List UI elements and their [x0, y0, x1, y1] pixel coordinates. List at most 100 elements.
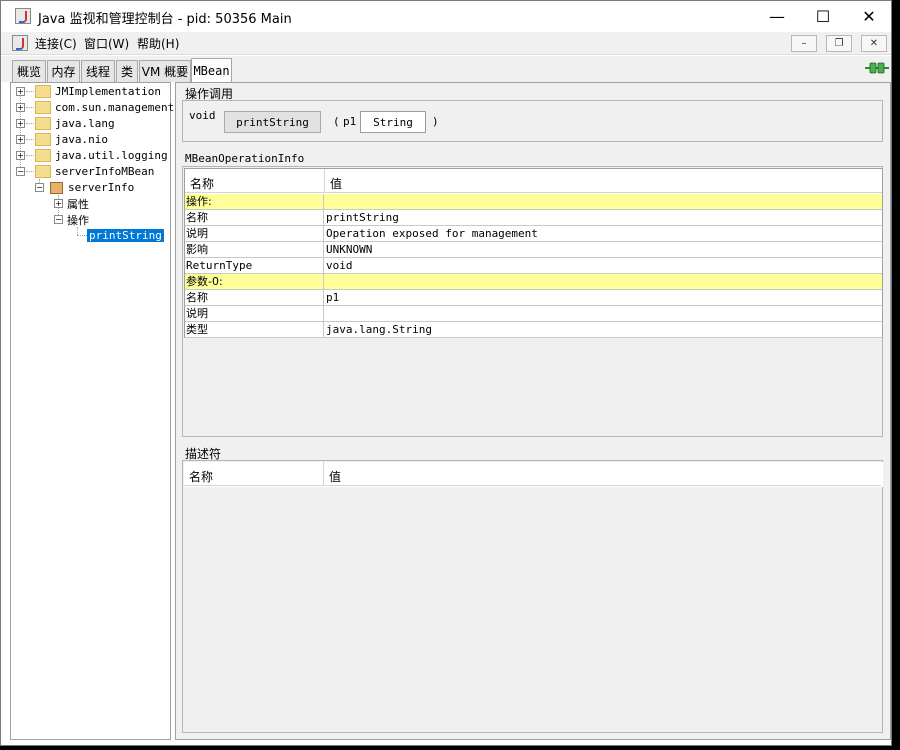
tree-node-label: JMImplementation [55, 85, 161, 98]
expand-icon[interactable]: + [16, 135, 25, 144]
column-header-name[interactable]: 名称 [189, 468, 213, 485]
window-title: Java 监视和管理控制台 - pid: 50356 Main [38, 12, 292, 27]
operation-info-group: 名称 值 操作: 名称 printString 说明 Operation exp… [182, 166, 883, 437]
tree-node-jmimplementation[interactable]: + JMImplementation [16, 84, 161, 99]
operation-info-title: MBeanOperationInfo [185, 152, 305, 165]
column-header-name[interactable]: 名称 [190, 175, 214, 192]
tab-memory[interactable]: 内存 [47, 60, 80, 82]
app-window: Java 监视和管理控制台 - pid: 50356 Main — ☐ ✕ 连接… [0, 0, 892, 746]
table-row[interactable]: 操作: [185, 194, 882, 210]
tab-vm-summary[interactable]: VM 概要 [139, 60, 191, 82]
menu-bar: 连接(C) 窗口(W) 帮助(H) – ❐ ✕ [1, 32, 891, 55]
tree-node-serverinfombean[interactable]: − serverInfoMBean [16, 164, 154, 179]
close-paren: ) [432, 115, 439, 128]
cell-name: ReturnType [185, 258, 324, 273]
tab-threads[interactable]: 线程 [81, 60, 115, 82]
tree-node-label: com.sun.management [55, 101, 175, 114]
cell-name: 名称 [185, 210, 324, 225]
java-app-icon [15, 8, 31, 24]
tree-node-label: java.lang [55, 117, 115, 130]
operation-info-table: 名称 值 操作: 名称 printString 说明 Operation exp… [184, 168, 883, 338]
menu-window[interactable]: 窗口(W) [84, 35, 129, 52]
tree-node-label: 操作 [67, 213, 89, 227]
collapse-icon[interactable]: − [35, 183, 44, 192]
table-header: 名称 值 [184, 462, 881, 486]
table-row[interactable]: 说明 Operation exposed for management [185, 226, 882, 242]
table-row[interactable]: 参数-0: [185, 274, 882, 290]
tree-node-label: 属性 [67, 197, 89, 211]
tree-node-attributes[interactable]: + 属性 [54, 196, 89, 211]
folder-icon [35, 101, 51, 114]
table-row[interactable]: 名称 printString [185, 210, 882, 226]
mbean-tree: + JMImplementation + com.sun.management … [10, 82, 174, 740]
menu-help[interactable]: 帮助(H) [137, 35, 179, 52]
cell-value: UNKNOWN [326, 243, 373, 256]
table-row[interactable]: 影响 UNKNOWN [185, 242, 882, 258]
tree-node-label: java.util.logging [55, 149, 168, 162]
operation-invoke-group: void printString ( p1 String ) [182, 100, 883, 142]
tree-node-operations[interactable]: − 操作 [54, 212, 89, 227]
expand-icon[interactable]: + [16, 87, 25, 96]
folder-icon [35, 85, 51, 98]
title-bar[interactable]: Java 监视和管理控制台 - pid: 50356 Main — ☐ ✕ [1, 1, 891, 32]
collapse-icon[interactable]: − [54, 215, 63, 224]
tree-node-java-lang[interactable]: + java.lang [16, 116, 115, 131]
table-row[interactable]: 说明 [185, 306, 882, 322]
tab-mbean[interactable]: MBean [191, 58, 232, 82]
maximize-button[interactable]: ☐ [800, 1, 846, 32]
cell-name: 名称 [185, 290, 324, 305]
tree-node-serverinfo[interactable]: − serverInfo [35, 180, 134, 195]
return-type-label: void [189, 109, 216, 122]
cell-value: java.lang.String [326, 323, 432, 336]
tree-node-label: printString [87, 229, 164, 242]
mbean-icon [50, 181, 63, 194]
tree-node-com-sun-management[interactable]: + com.sun.management [16, 100, 174, 115]
expand-icon[interactable]: + [54, 199, 63, 208]
cell-value [325, 306, 882, 321]
cell-name: 操作: [185, 194, 324, 209]
cell-name: 说明 [185, 306, 324, 321]
tab-overview[interactable]: 概览 [12, 60, 46, 82]
param-name-label: p1 [343, 115, 357, 128]
cell-value [325, 194, 882, 209]
folder-icon [35, 149, 51, 162]
tree-node-java-nio[interactable]: + java.nio [16, 132, 108, 147]
table-row[interactable]: 名称 p1 [185, 290, 882, 306]
invoke-operation-button[interactable]: printString [224, 111, 321, 133]
mdi-close-button[interactable]: ✕ [861, 35, 887, 52]
java-menu-icon[interactable] [12, 35, 28, 51]
expand-icon[interactable]: + [16, 119, 25, 128]
folder-icon [35, 165, 51, 178]
param-p1-input[interactable]: String [360, 111, 426, 133]
table-row[interactable]: 类型 java.lang.String [185, 322, 882, 338]
collapse-icon[interactable]: − [16, 167, 25, 176]
cell-value: p1 [326, 291, 340, 304]
expand-icon[interactable]: + [16, 103, 25, 112]
table-row[interactable]: ReturnType void [185, 258, 882, 274]
folder-icon [35, 117, 51, 130]
tab-bar: 概览 内存 线程 类 VM 概要 MBean [1, 56, 891, 82]
minimize-button[interactable]: — [754, 1, 800, 32]
tree-node-label: java.nio [55, 133, 108, 146]
column-header-value[interactable]: 值 [329, 468, 341, 485]
close-button[interactable]: ✕ [846, 1, 892, 32]
column-header-value[interactable]: 值 [330, 175, 342, 192]
tab-classes[interactable]: 类 [116, 60, 138, 82]
tree-node-java-util-logging[interactable]: + java.util.logging [16, 148, 168, 163]
open-paren: ( [333, 115, 340, 128]
expand-icon[interactable]: + [16, 151, 25, 160]
descriptor-table: 名称 值 [184, 462, 883, 487]
mdi-minimize-button[interactable]: – [791, 35, 817, 52]
desktop-background [892, 0, 900, 750]
cell-name: 影响 [185, 242, 324, 257]
connection-status-icon[interactable] [865, 62, 889, 74]
tree-node-label: serverInfoMBean [55, 165, 155, 178]
cell-value: void [326, 259, 353, 272]
menu-connection[interactable]: 连接(C) [35, 35, 77, 52]
table-header: 名称 值 [185, 169, 882, 193]
cell-name: 类型 [185, 322, 324, 337]
tree-node-printstring[interactable]: printString [87, 228, 164, 243]
tree-node-label: serverInfo [68, 181, 135, 194]
mdi-restore-button[interactable]: ❐ [826, 35, 852, 52]
cell-value: printString [326, 211, 399, 224]
